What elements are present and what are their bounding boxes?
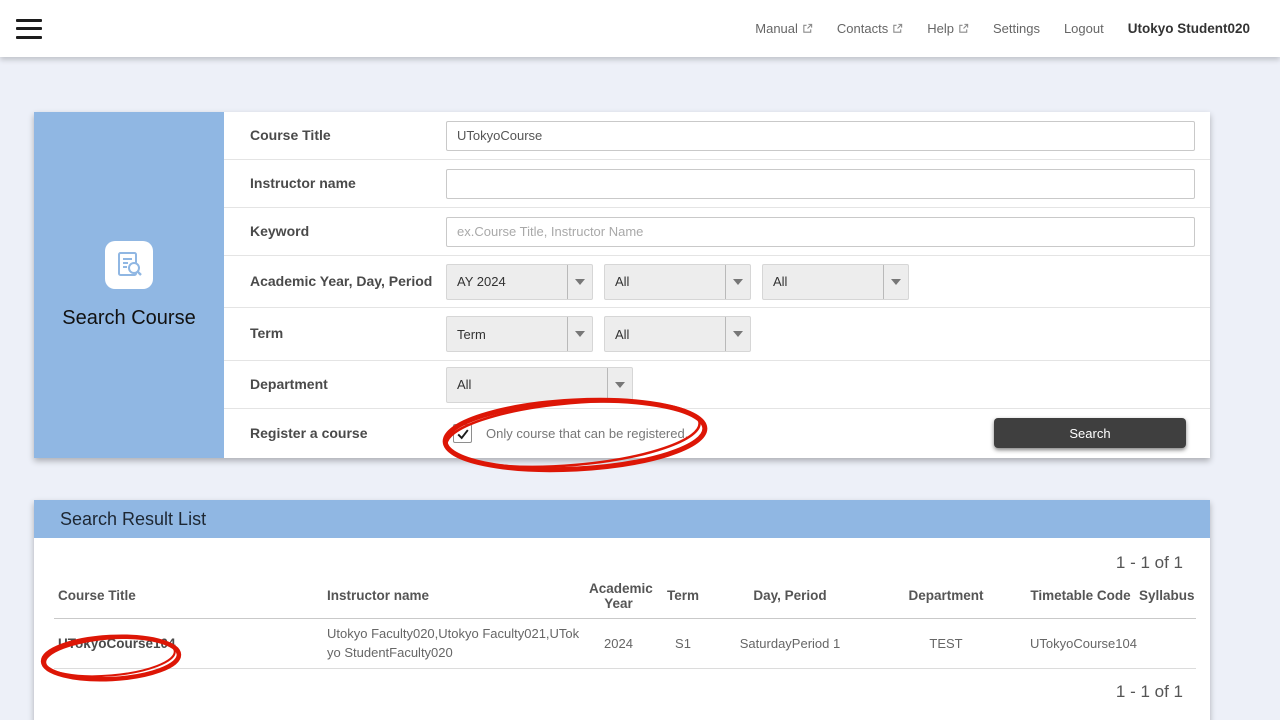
chevron-down-icon [883,265,908,299]
col-department: Department [866,584,1026,607]
result-table-header: Course Title Instructor name Academic Ye… [54,573,1196,619]
col-syllabus: Syllabus [1135,584,1199,607]
nav-help-label: Help [927,21,954,36]
pagination-top: 1 - 1 of 1 [34,538,1210,573]
department-label: Department [250,376,446,394]
external-link-icon [802,23,813,34]
period-select[interactable]: All [762,264,909,300]
result-syllabus [1135,640,1196,648]
course-title-row: Course Title [224,112,1210,160]
chevron-down-icon [725,317,750,351]
keyword-label: Keyword [250,223,446,241]
academic-year-day-period-row: Academic Year, Day, Period AY 2024 All A… [224,256,1210,308]
nav-contacts[interactable]: Contacts [837,21,903,36]
search-course-card: Search Course Course Title Instructor na… [34,112,1210,458]
department-row: Department All [224,361,1210,409]
chevron-down-icon [567,265,592,299]
nav-logout[interactable]: Logout [1064,21,1104,36]
external-link-icon [892,23,903,34]
result-course-title-link[interactable]: UTokyoCourse104 [54,632,323,655]
result-table: Course Title Instructor name Academic Ye… [34,573,1210,669]
result-term: S1 [652,632,714,655]
academic-year-select-value: AY 2024 [447,274,567,289]
result-day-period: SaturdayPeriod 1 [714,632,866,655]
table-row: UTokyoCourse104 Utokyo Faculty020,Utokyo… [54,619,1196,669]
search-form: Course Title Instructor name Keyword Aca… [224,112,1210,458]
course-title-label: Course Title [250,127,446,145]
term-type-select[interactable]: Term [446,316,593,352]
academic-year-day-period-label: Academic Year, Day, Period [250,273,446,291]
term-type-select-value: Term [447,327,567,342]
search-result-card: Search Result List 1 - 1 of 1 Course Tit… [34,500,1210,720]
col-academic-year: Academic Year [585,577,652,615]
register-only-checkbox[interactable] [453,424,472,443]
result-timetable-code: UTokyoCourse104 [1026,632,1135,655]
instructor-name-label: Instructor name [250,175,446,193]
instructor-name-input[interactable] [446,169,1195,199]
chevron-down-icon [567,317,592,351]
col-timetable-code: Timetable Code [1026,584,1135,607]
search-result-list-title: Search Result List [34,500,1210,538]
col-instructor: Instructor name [323,584,585,607]
checkmark-icon [456,427,470,441]
nav-help[interactable]: Help [927,21,969,36]
term-row: Term Term All [224,308,1210,361]
chevron-down-icon [725,265,750,299]
result-department: TEST [866,632,1026,655]
result-instructor: Utokyo Faculty020,Utokyo Faculty021,UTok… [323,621,585,667]
academic-year-select[interactable]: AY 2024 [446,264,593,300]
search-button[interactable]: Search [994,418,1186,448]
hamburger-menu-icon[interactable] [16,19,42,39]
nav-manual[interactable]: Manual [755,21,813,36]
pagination-bottom: 1 - 1 of 1 [34,669,1210,702]
result-academic-year: 2024 [585,632,652,655]
keyword-row: Keyword [224,208,1210,256]
course-title-input[interactable] [446,121,1195,151]
department-select[interactable]: All [446,367,633,403]
register-only-checkbox-label: Only course that can be registered. [486,426,688,441]
term-label: Term [250,325,446,343]
term-value-select[interactable]: All [604,316,751,352]
nav-contacts-label: Contacts [837,21,888,36]
nav-settings-label: Settings [993,21,1040,36]
col-term: Term [652,584,714,607]
top-nav: Manual Contacts Help Settings Logout Uto… [0,0,1280,57]
search-course-panel: Search Course [34,112,224,458]
nav-logout-label: Logout [1064,21,1104,36]
register-course-label: Register a course [250,425,446,443]
period-select-value: All [763,274,883,289]
col-course-title: Course Title [54,584,323,607]
day-select[interactable]: All [604,264,751,300]
nav-manual-label: Manual [755,21,798,36]
logged-in-user: Utokyo Student020 [1128,21,1250,36]
chevron-down-icon [607,368,632,402]
col-day-period: Day, Period [714,584,866,607]
search-course-title: Search Course [62,307,195,330]
instructor-name-row: Instructor name [224,160,1210,208]
keyword-input[interactable] [446,217,1195,247]
register-course-row: Register a course Only course that can b… [224,409,1210,458]
top-nav-links: Manual Contacts Help Settings Logout Uto… [755,21,1250,36]
department-select-value: All [447,377,607,392]
day-select-value: All [605,274,725,289]
external-link-icon [958,23,969,34]
nav-settings[interactable]: Settings [993,21,1040,36]
term-value-select-value: All [605,327,725,342]
search-course-icon [105,241,153,289]
